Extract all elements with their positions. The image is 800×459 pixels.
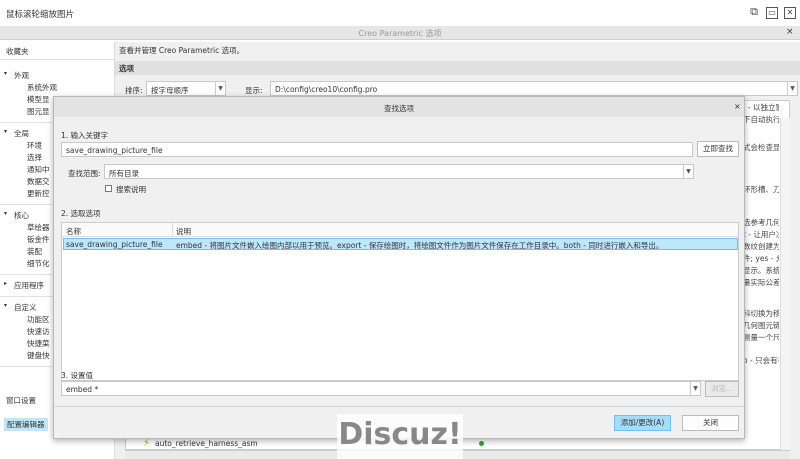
add-change-button[interactable]: 添加/更改(A) xyxy=(614,415,671,431)
option-row-name[interactable]: auto_retrieve_harness_asm xyxy=(155,439,258,448)
sidebar-item[interactable]: 数据交 xyxy=(27,176,50,187)
option-desc-fragment: 显示。系统 xyxy=(743,266,779,275)
options-window-titlebar: Creo Parametric 选项 × xyxy=(0,26,800,40)
show-label: 显示: xyxy=(245,86,263,95)
sidebar-window-settings[interactable]: 窗口设置 xyxy=(6,395,36,406)
option-desc-fragment: 下自动执行"激 xyxy=(743,115,779,124)
sidebar-config-editor[interactable]: 配置编辑器 xyxy=(4,418,48,431)
main-description: 查看并管理 Creo Parametric 选项。 xyxy=(119,46,245,55)
col-name-header[interactable]: 名称 xyxy=(66,226,81,237)
sidebar-item[interactable]: 快捷菜 xyxy=(27,338,50,349)
sidebar-group[interactable]: 应用程序 xyxy=(14,280,44,291)
chevron-down-icon: ▼ xyxy=(215,82,225,95)
app-topbar: 鼠标滚轮缩放图片 ⧉ ▭ ✕ xyxy=(0,0,800,28)
sidebar-item[interactable]: 模型显 xyxy=(27,94,50,105)
row-name: save_drawing_picture_file xyxy=(66,240,163,249)
col-desc-header[interactable]: 说明 xyxy=(176,226,191,237)
app-title: 鼠标滚轮缩放图片 xyxy=(6,10,75,20)
option-desc-fragment: 选参考几何的 xyxy=(743,218,779,227)
sidebar-item[interactable]: 选择 xyxy=(27,152,42,163)
vertical-scrollbar[interactable] xyxy=(780,118,790,450)
option-desc-fragment: 量实际公差值 xyxy=(743,278,779,287)
status-dot-icon xyxy=(479,441,484,446)
search-now-button[interactable]: 立即查找 xyxy=(697,141,739,157)
sidebar-item[interactable]: 系统外观 xyxy=(27,82,57,93)
sidebar-favorites[interactable]: 收藏夹 xyxy=(6,46,29,57)
option-desc-fragment: 件; yes - 允 xyxy=(743,254,779,263)
watermark: Discuz! xyxy=(337,414,463,459)
window-close-icon[interactable]: × xyxy=(786,27,794,37)
search-desc-label: 搜索说明 xyxy=(116,185,146,194)
option-desc-fragment: 数纹创建为相 xyxy=(743,242,779,251)
step2-label: 2. 选取选项 xyxy=(61,209,101,218)
sidebar-group[interactable]: 核心 xyxy=(14,210,29,221)
minimize-icon[interactable]: ▭ xyxy=(766,7,778,19)
sidebar-item[interactable]: 钣金件 xyxy=(27,234,50,245)
sort-label: 排序: xyxy=(125,86,143,95)
browse-button[interactable]: 浏览... xyxy=(705,381,739,397)
close-icon[interactable]: ✕ xyxy=(784,7,796,19)
sidebar-item[interactable]: 细节化 xyxy=(27,258,50,269)
sidebar-group[interactable]: 全局 xyxy=(14,128,29,139)
sidebar-group[interactable]: 外观 xyxy=(14,70,29,81)
step1-label: 1. 输入关键字 xyxy=(61,131,109,140)
options-section-title: 选项 xyxy=(119,64,134,73)
caret-down-icon[interactable]: ▾ xyxy=(4,302,7,309)
value-select[interactable]: embed * ▼ xyxy=(61,381,701,396)
sidebar-item[interactable]: 草绘器 xyxy=(27,222,50,233)
search-desc-checkbox[interactable] xyxy=(105,185,112,192)
sidebar-group[interactable]: 自定义 xyxy=(14,302,37,313)
sidebar-item[interactable]: 更新控 xyxy=(27,188,50,199)
sidebar-item[interactable]: 键盘快 xyxy=(27,350,50,361)
keyword-input[interactable]: save_drawing_picture_file xyxy=(61,142,693,157)
find-option-dialog: 查找选项 × 1. 输入关键字 save_drawing_picture_fil… xyxy=(53,96,745,439)
row-desc: embed - 将图片文件嵌入绘图内部以用于预览。export - 保存绘图时，… xyxy=(176,241,664,250)
option-desc-fragment: 测量一个尺寸 xyxy=(743,333,779,342)
option-desc-fragment: 科切换为移除 xyxy=(743,309,779,318)
caret-down-icon[interactable]: ▾ xyxy=(4,128,7,135)
sidebar-item[interactable]: 通知中 xyxy=(27,164,50,175)
window-title: Creo Parametric 选项 xyxy=(358,29,442,38)
option-desc-fragment: | - 以独立窗 xyxy=(743,103,779,112)
caret-down-icon[interactable]: ▾ xyxy=(4,70,7,77)
sidebar-item[interactable]: 图元显 xyxy=(27,106,50,117)
table-row[interactable]: save_drawing_picture_file embed - 将图片文件嵌… xyxy=(63,238,738,250)
option-desc-fragment: 式会检查显示 xyxy=(743,143,779,152)
popout-icon[interactable]: ⧉ xyxy=(748,6,760,19)
chevron-down-icon: ▼ xyxy=(787,82,797,95)
dialog-title: 查找选项 xyxy=(384,104,414,113)
sort-select[interactable]: 按字母顺序 ▼ xyxy=(146,81,226,96)
results-table: 名称 说明 save_drawing_picture_file embed - … xyxy=(61,222,739,381)
option-desc-fragment: 环形槽、刀 xyxy=(743,185,779,194)
sidebar-item[interactable]: 装配 xyxy=(27,246,42,257)
scope-select[interactable]: 所有目录 ▼ xyxy=(104,164,694,179)
sidebar-item[interactable]: 环境 xyxy=(27,140,42,151)
show-select[interactable]: D:\config\creo10\config.pro ▼ xyxy=(270,81,798,96)
option-desc-fragment: 几何图元链接 xyxy=(743,321,779,330)
caret-right-icon[interactable]: ▸ xyxy=(4,280,7,287)
sidebar-item[interactable]: 快速访 xyxy=(27,326,50,337)
dialog-close-icon[interactable]: × xyxy=(734,102,741,111)
sidebar-item[interactable]: 功能区 xyxy=(27,314,50,325)
close-button[interactable]: 关闭 xyxy=(682,415,739,431)
option-desc-fragment: o - 只会有在 xyxy=(743,356,779,365)
lightning-icon: ⚡ xyxy=(143,438,151,449)
chevron-down-icon: ▼ xyxy=(690,382,700,395)
step3-label: 3. 设置值 xyxy=(61,371,94,380)
chevron-down-icon: ▼ xyxy=(683,165,693,178)
option-desc-fragment: t - 让用户决 xyxy=(743,230,779,239)
scope-label: 查找范围: xyxy=(68,169,101,178)
caret-down-icon[interactable]: ▾ xyxy=(4,210,7,217)
